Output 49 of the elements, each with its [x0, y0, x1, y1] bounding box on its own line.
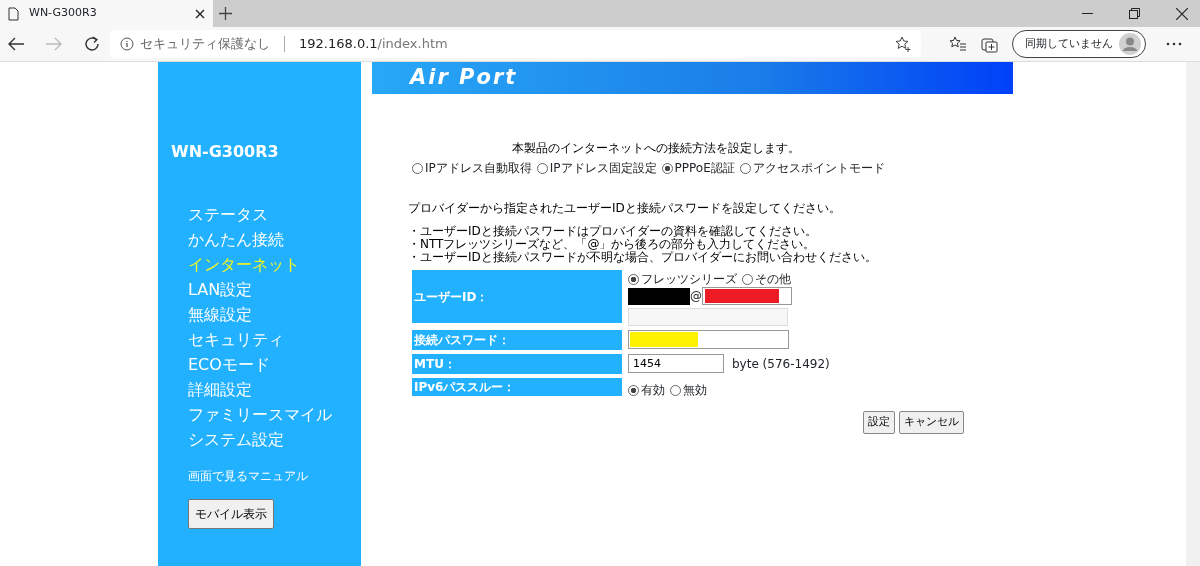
avatar-icon — [1119, 33, 1141, 55]
mode-radio[interactable]: IPアドレス固定設定 — [536, 159, 657, 177]
note-text: ・NTTフレッツシリーズなど、「@」から後ろの部分も入力してください。 — [408, 238, 816, 251]
unit-text: byte (576-1492) — [732, 355, 830, 373]
field-label: ユーザーID： — [412, 270, 622, 323]
back-icon[interactable] — [8, 37, 24, 51]
collections-icon[interactable] — [981, 35, 998, 53]
address-bar[interactable]: セキュリティ保護なし 192.168.0.1/index.htm — [110, 30, 921, 58]
field-label: MTU： — [412, 354, 622, 374]
cancel-button[interactable]: キャンセル — [899, 411, 964, 434]
at-sign: @ — [690, 288, 702, 305]
password-field[interactable] — [628, 330, 789, 349]
favorites-icon[interactable] — [949, 36, 967, 52]
new-tab-icon[interactable] — [219, 7, 232, 20]
save-button[interactable]: 設定 — [863, 411, 895, 434]
logo-text: Air Port — [410, 64, 518, 92]
instruction-text: プロバイダーから指定されたユーザーIDと接続パスワードを設定してください。 — [408, 200, 841, 217]
option-radio[interactable]: フレッツシリーズ — [628, 270, 737, 288]
sync-button[interactable]: 同期していません — [1012, 30, 1146, 58]
field-label: IPv6パススルー： — [412, 378, 622, 396]
model-name: WN-G300R3 — [171, 141, 279, 163]
more-icon[interactable] — [1166, 42, 1182, 46]
browser-tab[interactable]: WN-G300R3 — [0, 0, 213, 27]
option-radio[interactable]: 有効 — [628, 381, 665, 399]
url-text: 192.168.0.1/index.htm — [299, 35, 448, 54]
security-label: セキュリティ保護なし — [140, 35, 270, 54]
note-text: ・ユーザーIDと接続パスワードが不明な場合、プロバイダーにお問い合わせください。 — [408, 251, 877, 264]
mode-radio[interactable]: IPアドレス自動取得 — [412, 159, 532, 177]
close-icon[interactable] — [195, 8, 205, 19]
info-icon — [120, 37, 134, 51]
tab-title: WN-G300R3 — [29, 5, 98, 22]
mtu-field[interactable]: 1454 — [628, 354, 724, 373]
page-icon — [8, 6, 19, 21]
note-text: ・ユーザーIDと接続パスワードはプロバイダーの資料を確認してください。 — [408, 225, 817, 238]
refresh-icon[interactable] — [84, 36, 100, 52]
scrollbar[interactable] — [1186, 62, 1200, 566]
user-id-field[interactable] — [702, 287, 792, 305]
text-field[interactable] — [628, 308, 788, 326]
field-label: 接続パスワード： — [412, 330, 622, 350]
option-radio[interactable]: その他 — [742, 270, 791, 288]
mode-radio[interactable]: PPPoE認証 — [661, 159, 735, 177]
mobile-view-button[interactable]: モバイル表示 — [188, 499, 274, 529]
restore-icon[interactable] — [1129, 8, 1140, 19]
intro-text: 本製品のインターネットへの接続方法を設定します。 — [512, 140, 800, 157]
option-radio[interactable]: 無効 — [670, 381, 707, 399]
star-icon[interactable] — [895, 36, 911, 52]
close-icon[interactable] — [1176, 8, 1188, 20]
mode-radio[interactable]: アクセスポイントモード — [739, 159, 885, 177]
forward-icon — [46, 37, 62, 51]
